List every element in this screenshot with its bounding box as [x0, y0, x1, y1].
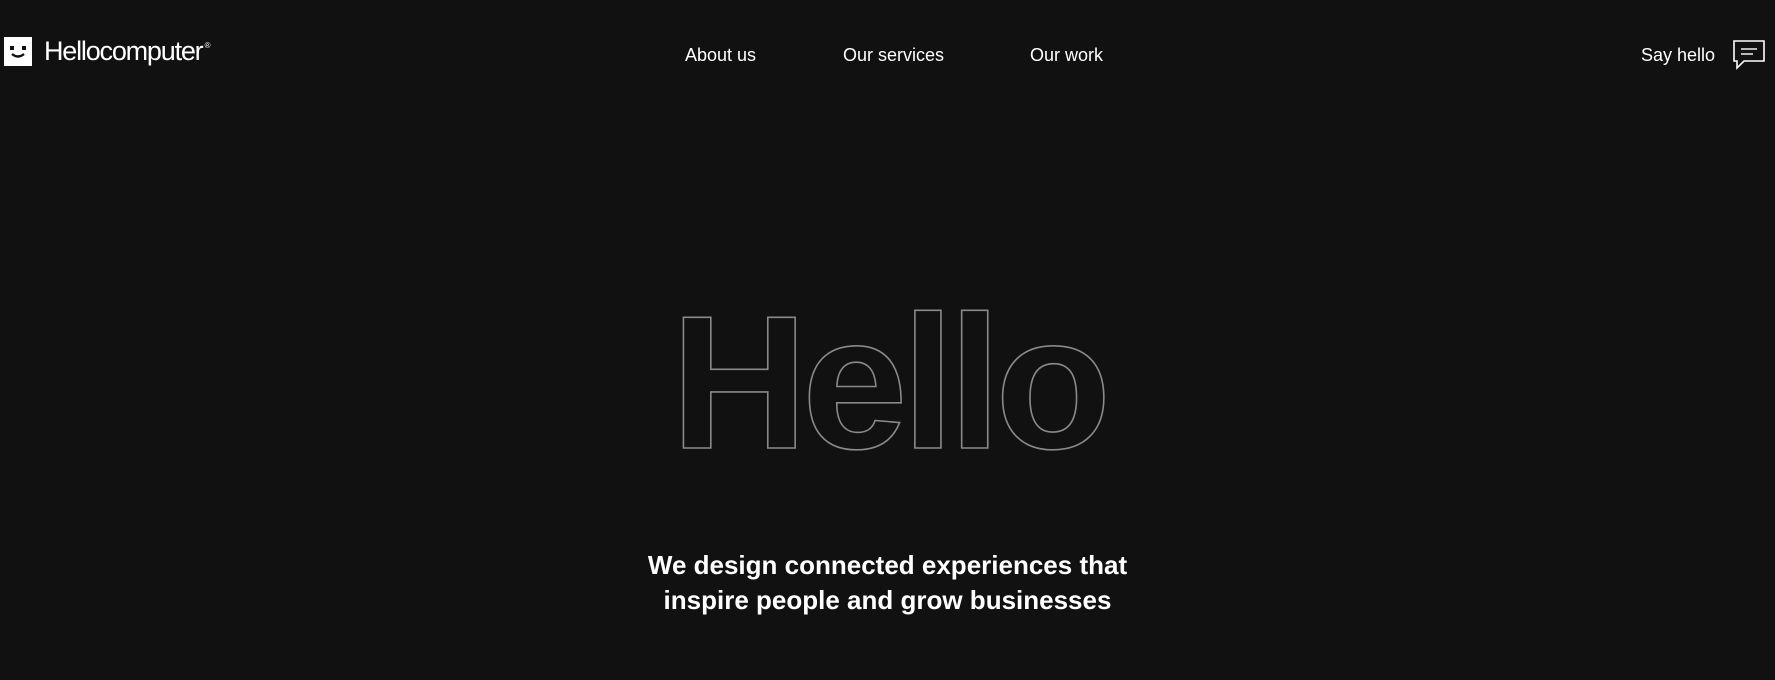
chat-bubble-icon: [1733, 40, 1765, 70]
hero-outline-text: Hello: [669, 280, 1111, 460]
hero-tagline: We design connected experiences that ins…: [0, 548, 1775, 618]
hero-headline: Hello: [0, 280, 1775, 460]
nav-our-services[interactable]: Our services: [843, 44, 944, 66]
hero-headline-text: Hello: [670, 280, 1105, 460]
tagline-line-1: We design connected experiences that: [647, 550, 1128, 580]
nav-about-us[interactable]: About us: [685, 44, 756, 66]
nav-our-work[interactable]: Our work: [1030, 44, 1103, 66]
main-nav: About us Our services Our work: [0, 44, 1775, 66]
say-hello-label: Say hello: [1641, 45, 1716, 65]
say-hello-button[interactable]: Say hello: [1641, 40, 1765, 70]
page: Hellocomputer ® About us Our services Our…: [0, 0, 1775, 680]
tagline-line-2: inspire people and grow businesses: [663, 585, 1112, 615]
